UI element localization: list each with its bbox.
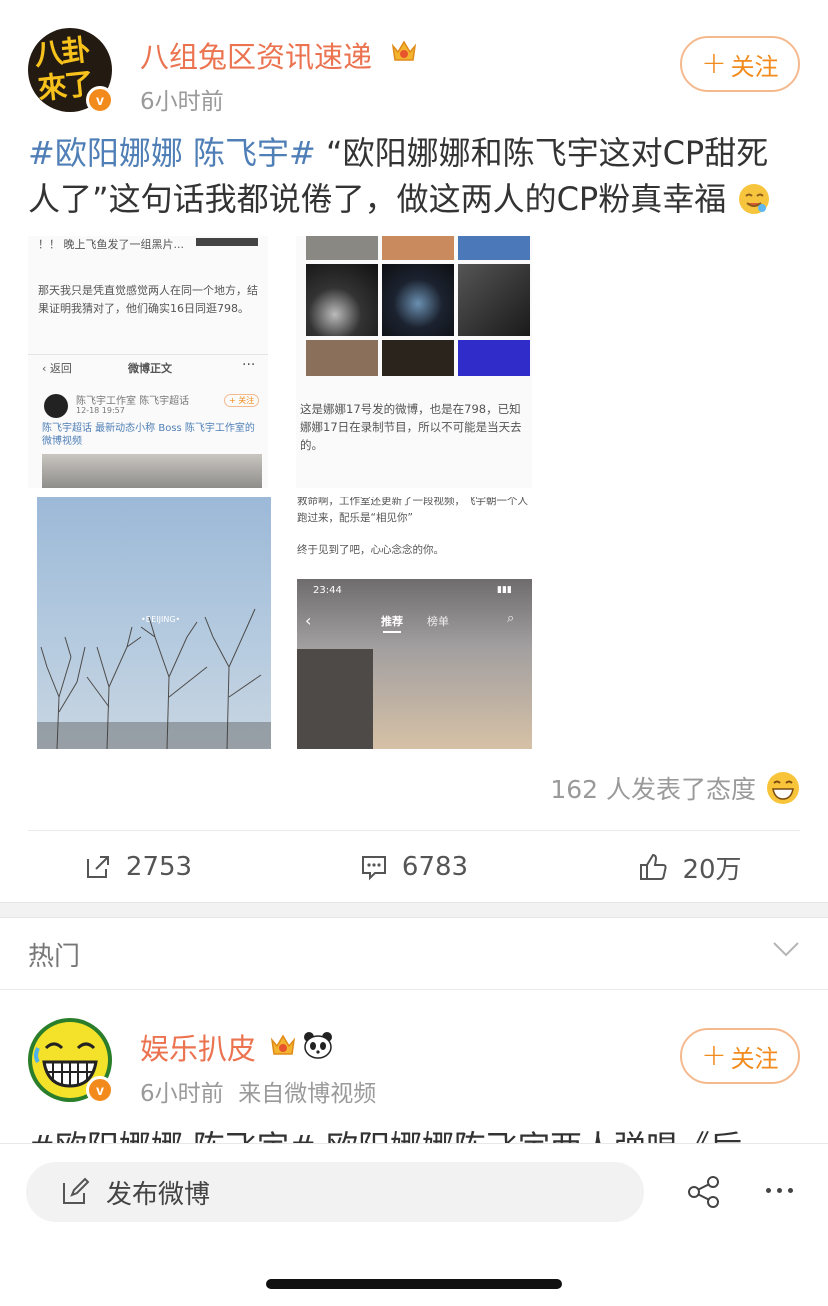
image-grid: ！！ 晚上飞鱼发了一组黑片... 那天我只是凭直觉感觉两人在同一个地方，结果证明… [28,236,548,752]
avatar[interactable]: 八卦來了 v [28,28,114,114]
home-indicator [266,1279,562,1289]
back-link: ‹ 返回 [42,362,72,375]
username[interactable]: 娱乐扒皮 [140,1026,256,1068]
follow-button[interactable]: + 关注 [680,1028,800,1084]
hot-label: 热门 [28,942,81,972]
username[interactable]: 八组兔区资讯速递 [140,34,372,76]
comment-button[interactable]: 6783 [276,840,552,894]
compose-input[interactable]: 发布微博 [26,1162,644,1222]
hot-filter-bar[interactable]: 热门 [0,918,828,990]
follow-label: 关注 [730,52,779,81]
image-thumbnail-2[interactable]: 这是娜娜17号发的微博，也是在798，已知娜娜17日在录制节目，所以不可能是当天… [296,236,532,488]
plus-icon: + [701,1038,727,1073]
photo-tile [458,340,530,376]
video-screenshot: 23:44 ▮▮▮ ‹ 推荐 榜单 ⌕ [297,579,532,749]
status-time: 23:44 [313,585,342,596]
photo-tile [458,264,530,336]
repost-count: 2753 [125,852,193,882]
bottom-bar: 发布微博 [0,1143,828,1306]
panda-icon [304,1032,332,1059]
follow-button[interactable]: + 关注 [680,36,800,92]
reactions-summary[interactable]: 162 人发表了态度 [550,770,800,806]
post-meta: 6小时前 来自微博视频 [140,1074,376,1108]
nav-title: 微博正文 [128,362,172,375]
photo-tile [382,340,454,376]
divider [28,354,268,355]
tab-rank: 榜单 [427,615,449,628]
thumbs-up-icon [640,853,668,880]
img4-line2: 终于见到了吧，心心念念的你。 [297,544,444,556]
mini-avatar [44,394,68,418]
verified-badge-icon: v [86,86,114,114]
post-text: #欧阳娜娜 陈飞宇# “欧阳娜娜和陈飞宇这对CP甜死人了”这句话我都说倦了，做这… [28,130,800,222]
back-arrow-icon: ‹ [305,611,312,630]
topic-link[interactable]: #欧阳娜娜 陈飞宇# [28,134,316,172]
comment-count: 6783 [401,852,469,882]
more-dots-icon: ··· [242,357,256,373]
verified-badge-icon: v [86,1076,114,1104]
like-button[interactable]: 20万 [552,840,828,894]
post-time: 6小时前 [140,1081,224,1107]
compose-label: 发布微博 [106,1179,211,1210]
img2-caption: 这是娜娜17号发的微博，也是在798，已知娜娜17日在录制节目，所以不可能是当天… [300,402,522,452]
comment-icon [361,856,386,881]
laughing-emoji-icon [767,772,799,804]
divider [28,830,800,831]
photo-tile [306,236,378,260]
image-thumbnail-1[interactable]: ！！ 晚上飞鱼发了一组黑片... 那天我只是凭直觉感觉两人在同一个地方，结果证明… [28,236,268,488]
mini-follow: + 关注 [224,394,260,407]
repost-line: 陈飞宇超话 最新动态小称 Boss 陈飞宇工作室的微博视频 [42,423,255,447]
img1-body: 那天我只是凭直觉感觉两人在同一个地方，结果证明我猜对了，他们确实16日同逛798… [38,284,258,315]
photo-tile [306,264,378,336]
img1-thumb-strip [196,238,258,246]
like-count: 20万 [682,854,742,885]
vip-crown-icon [270,1034,296,1055]
share-icon[interactable] [686,1176,722,1208]
building-shape [297,649,373,749]
account-time: 12-18 19:57 [76,406,125,415]
tab-underline [383,631,401,633]
tab-recommend: 推荐 [381,615,403,628]
reactions-text: 162 人发表了态度 [550,775,756,804]
image-thumbnail-3[interactable]: •BEIJING• [37,497,271,749]
chevron-down-icon[interactable] [772,940,800,958]
vip-crown-icon [391,40,417,61]
post-source: 来自微博视频 [238,1081,377,1107]
bare-trees-icon [37,608,271,749]
drooling-face-icon [739,184,770,214]
photo-tile [306,340,378,376]
photo-tile [382,264,454,336]
section-separator [0,902,828,918]
plus-icon: + [701,46,727,81]
more-icon[interactable] [766,1188,793,1193]
action-bar: 2753 6783 20万 [0,840,828,894]
repost-button[interactable]: 2753 [0,840,276,894]
img4-top-text: 救命啊，工作室还更新了一段视频，飞宇朝一个人跑过来，配乐是“相见你” [297,497,528,524]
follow-label: 关注 [730,1044,779,1073]
video-preview [42,454,262,488]
avatar[interactable]: v [28,1018,114,1104]
search-icon: ⌕ [507,611,515,626]
photo-tile [382,236,454,260]
image-thumbnail-4[interactable]: 救命啊，工作室还更新了一段视频，飞宇朝一个人跑过来，配乐是“相见你” 终于见到了… [297,497,532,749]
edit-icon [63,1177,90,1204]
post-time: 6小时前 [140,89,224,115]
photo-tile [458,236,530,260]
battery-icon: ▮▮▮ [497,585,512,595]
repost-icon [86,856,109,878]
account-name: 陈飞宇工作室 陈飞宇超话 [76,396,190,407]
